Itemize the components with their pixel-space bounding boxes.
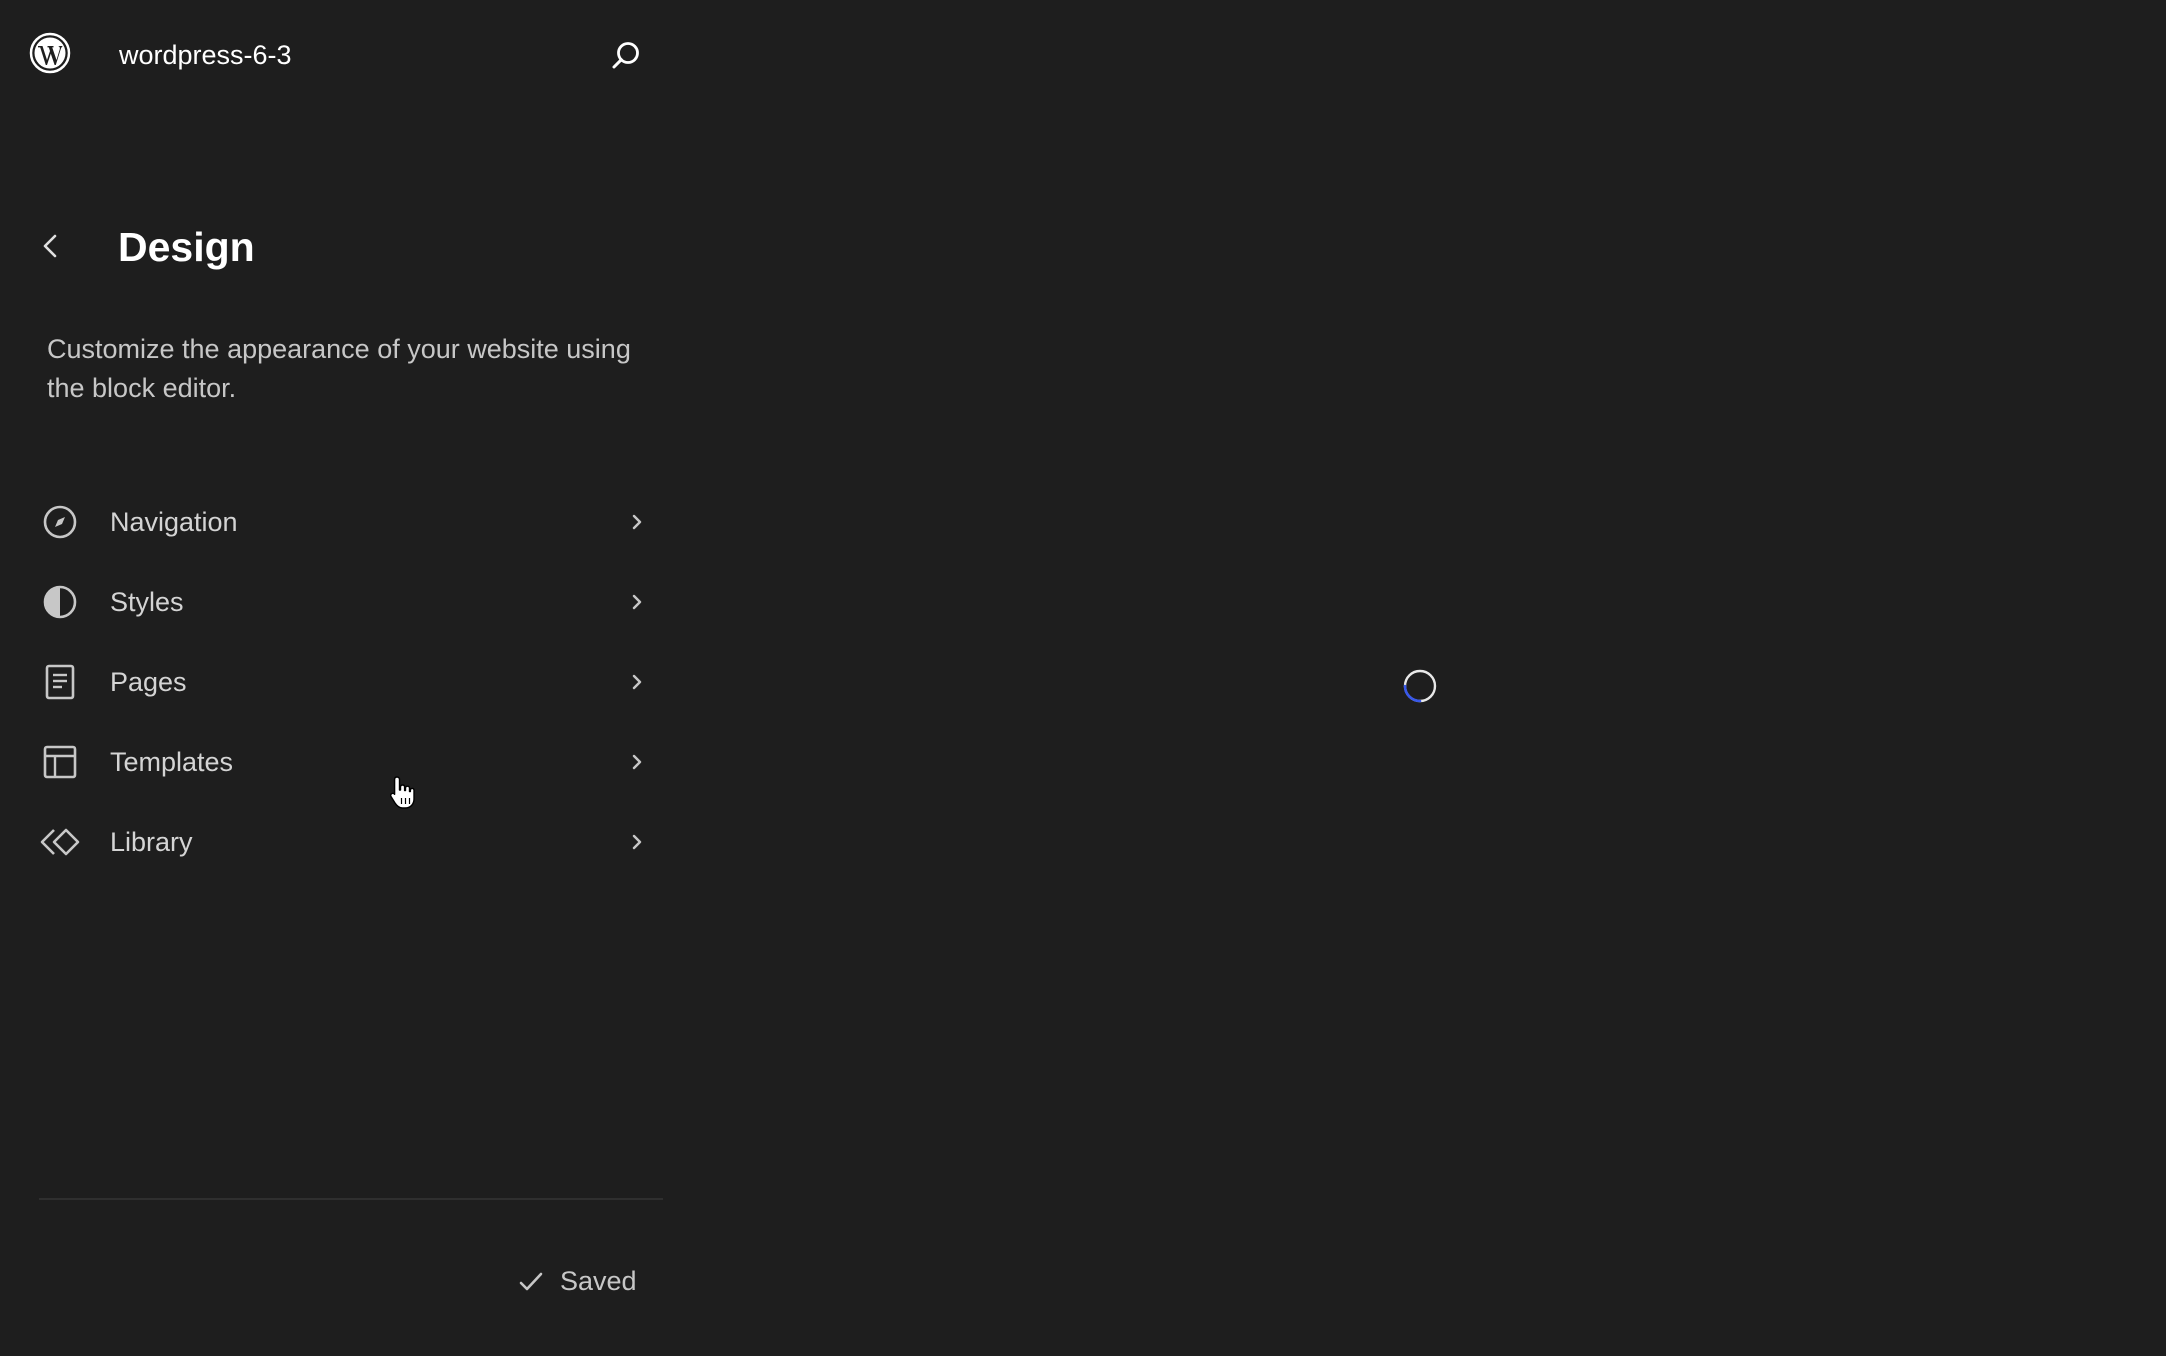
navigation-compass-icon [38, 500, 104, 544]
search-button[interactable] [606, 36, 646, 76]
menu-item-label: Templates [110, 746, 234, 777]
page-description: Customize the appearance of your website… [47, 334, 631, 403]
menu-item-pages[interactable]: Pages [38, 642, 652, 722]
menu-item-templates[interactable]: Templates [38, 722, 652, 802]
site-header: wordpress-6-3 [0, 0, 680, 110]
chevron-left-icon [43, 234, 57, 258]
page-title: Design [118, 224, 255, 270]
menu-item-styles[interactable]: Styles [38, 562, 652, 642]
wordpress-logo-icon[interactable] [29, 32, 71, 74]
chevron-right-icon [622, 587, 652, 617]
site-title[interactable]: wordpress-6-3 [119, 37, 292, 73]
menu-item-navigation[interactable]: Navigation [38, 482, 652, 562]
chevron-right-icon [622, 507, 652, 537]
loading-spinner-icon [1403, 669, 1437, 703]
templates-layout-icon [38, 740, 104, 784]
library-symbol-icon [38, 820, 104, 864]
chevron-right-icon [622, 667, 652, 697]
chevron-right-icon [622, 827, 652, 857]
chevron-right-icon [622, 747, 652, 777]
site-editor: wordpress-6-3 Design Customize the appea… [0, 0, 2166, 1356]
back-button[interactable] [36, 226, 66, 266]
pages-document-icon [38, 660, 104, 704]
checkmark-icon [519, 1272, 543, 1290]
save-status: Saved [516, 1266, 637, 1297]
menu-item-label: Styles [110, 586, 184, 617]
search-icon [612, 42, 639, 69]
design-menu: Navigation Styles Pages Templates Librar… [38, 482, 652, 882]
menu-item-label: Pages [110, 666, 187, 697]
save-status-label: Saved [560, 1266, 637, 1296]
menu-item-library[interactable]: Library [38, 802, 652, 882]
footer-divider [39, 1198, 663, 1200]
menu-item-label: Library [110, 826, 193, 857]
menu-item-label: Navigation [110, 506, 238, 537]
styles-half-circle-icon [38, 580, 104, 624]
